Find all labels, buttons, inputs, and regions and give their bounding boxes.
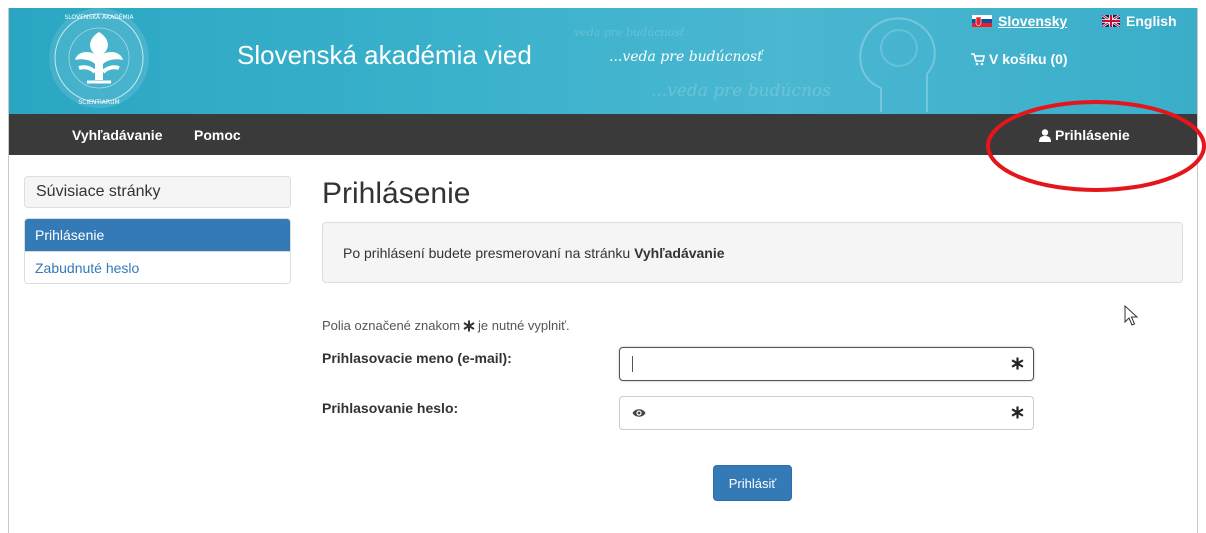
page-border-right xyxy=(1197,8,1198,533)
page-title: Prihlásenie xyxy=(322,177,471,210)
required-fields-hint: Polia označené znakom je nutné vyplniť. xyxy=(322,318,570,333)
required-asterisk-icon xyxy=(1011,406,1024,419)
asterisk-icon xyxy=(463,320,475,331)
sidebar-item-forgot-password[interactable]: Zabudnuté heslo xyxy=(25,251,290,283)
related-pages-list: Prihlásenie Zabudnuté heslo xyxy=(24,218,291,284)
user-icon xyxy=(1039,128,1051,142)
eye-icon[interactable] xyxy=(632,407,646,419)
text-caret xyxy=(632,356,633,372)
nav-search-link[interactable]: Vyhľadávanie xyxy=(72,127,162,143)
sidebar-item-login[interactable]: Prihlásenie xyxy=(25,219,290,251)
slogan-watermark-2: ...veda pre budúcnos xyxy=(651,81,831,101)
slogan-watermark: veda pre budúcnosť xyxy=(574,26,685,39)
nav-login-link[interactable]: Prihlásenie xyxy=(1039,127,1130,143)
language-english-link[interactable]: English xyxy=(1102,13,1177,29)
slogan: ...veda pre budúcnosť xyxy=(609,49,763,65)
mouse-pointer-icon xyxy=(1124,305,1139,326)
head-silhouette-graphic xyxy=(859,17,936,112)
cart-link[interactable]: V košíku (0) xyxy=(971,51,1068,67)
main-navbar: Vyhľadávanie Pomoc Prihlásenie xyxy=(9,114,1197,155)
page: SLOVENSKÁ AKADÉMIA SCIENTIARUM Slovenská… xyxy=(0,0,1206,533)
sav-logo[interactable]: SLOVENSKÁ AKADÉMIA SCIENTIARUM xyxy=(29,8,179,112)
site-header: SLOVENSKÁ AKADÉMIA SCIENTIARUM Slovenská… xyxy=(9,8,1197,114)
login-submit-button[interactable]: Prihlásiť xyxy=(713,465,792,501)
redirect-info-box: Po prihlásení budete presmerovaní na str… xyxy=(322,222,1183,283)
hint-text-before: Polia označené znakom xyxy=(322,318,461,333)
language-english-label: English xyxy=(1126,13,1177,29)
username-input[interactable] xyxy=(619,347,1034,381)
hint-text-after: je nutné vyplniť. xyxy=(478,318,570,333)
language-slovak-label: Slovensky xyxy=(998,13,1068,29)
password-label: Prihlasovanie heslo: xyxy=(322,400,459,416)
shopping-cart-icon xyxy=(971,52,985,65)
nav-help-link[interactable]: Pomoc xyxy=(194,127,241,143)
redirect-info-text: Po prihlásení budete presmerovaní na str… xyxy=(343,245,631,261)
uk-flag-icon xyxy=(1102,15,1120,27)
password-input[interactable] xyxy=(619,396,1034,430)
svg-text:SCIENTIARUM: SCIENTIARUM xyxy=(78,99,119,106)
required-asterisk-icon xyxy=(1011,357,1024,370)
site-title: Slovenská akadémia vied xyxy=(237,40,532,70)
svg-text:SLOVENSKÁ AKADÉMIA: SLOVENSKÁ AKADÉMIA xyxy=(64,13,134,21)
username-label: Prihlasovacie meno (e-mail): xyxy=(322,350,512,366)
language-slovak-link[interactable]: Slovensky xyxy=(972,13,1067,29)
cart-label: V košíku (0) xyxy=(989,51,1068,67)
slovak-flag-icon xyxy=(972,15,992,27)
related-pages-heading: Súvisiace stránky xyxy=(24,176,291,208)
redirect-target-text: Vyhľadávanie xyxy=(634,245,725,261)
nav-login-label: Prihlásenie xyxy=(1055,127,1130,143)
